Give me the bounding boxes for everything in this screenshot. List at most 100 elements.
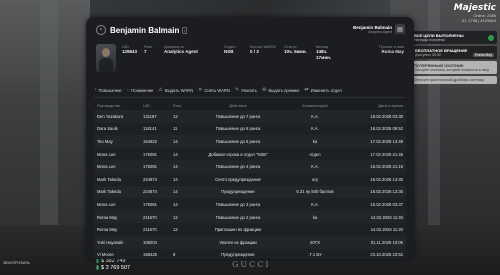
cell-rank: 9 <box>170 248 190 259</box>
cell-datetime: 17.02.2026 13:49 <box>344 135 406 148</box>
money-display: ▮ $ 382 749 ▮ $ 3 769 507 <box>96 258 130 272</box>
cell-manager: Mona Lee <box>94 160 140 173</box>
cell-manager: Yuki Hayasaki <box>94 235 140 249</box>
viewer-identity: Benjamin Balmain Analytics Agent ▤ <box>353 24 405 34</box>
cell-action: Предупреждение <box>190 248 286 259</box>
cell-uid: 224874 <box>140 172 170 186</box>
arrow-down-icon: ↓ <box>126 87 130 93</box>
cell-comment: ka <box>286 210 344 224</box>
cell-rank: 14 <box>170 172 190 186</box>
cell-comment: 20ТХ <box>286 235 344 249</box>
column-header: Комментарий <box>302 103 328 108</box>
cell-manager: Teo May <box>94 135 140 148</box>
info-icon[interactable]: i <box>182 26 188 34</box>
cell-datetime: 17.02.2026 21:45 <box>344 147 406 161</box>
table-row[interactable]: Den Yazakura 131187 12 Повышение до 7 ранга… <box>94 110 406 123</box>
table-row[interactable]: Yuki Hayasaki 108204 Уволен из фракции 20ТХ… <box>94 235 406 249</box>
player-id: ID: 1708 | #129843 <box>462 18 496 23</box>
cell-manager: Roma May <box>94 223 140 236</box>
cell-datetime: 15.02.2026 03:37 <box>344 198 406 211</box>
quest-step: Отнесите фастхольный дробовик охотнику <box>411 76 497 84</box>
cell-comment: К.А. <box>286 110 344 123</box>
table-row[interactable]: Vi Moore 158425 9 Предупреждение .7.1 БУ 23.1… <box>94 248 406 259</box>
avatar <box>96 44 116 72</box>
table-row[interactable]: Mark Takeda 224874 14 Снято предупреждение о… <box>94 172 406 186</box>
quest-timer: Доступно: 00:32 <box>415 53 441 57</box>
cell-manager: Vi Moore <box>94 248 140 259</box>
table-row[interactable]: Roma May 211570 12 Приглашен во фракцию 14.0… <box>94 223 406 236</box>
give-bonus-button[interactable]: ⚙ Выдать премию <box>262 87 300 93</box>
back-button[interactable]: ‹ <box>96 25 106 35</box>
cell-comment: К.А. <box>286 160 344 173</box>
table-row[interactable]: Mona Lee 175061 14 Повышение до 3 ранга К.А.… <box>94 198 406 211</box>
bank-icon: ▮ <box>96 265 100 271</box>
stat-month-time: Месяц 148ч. 17мин. <box>316 44 342 60</box>
column-header: Действие <box>229 103 247 108</box>
stat-value: 148ч. 17мин. <box>316 49 332 60</box>
member-profile-window: ‹ Benjamin Balmain i Benjamin Balmain An… <box>86 17 414 259</box>
cell-uid: 175061 <box>140 160 170 173</box>
button-label: Уволить <box>241 87 257 93</box>
cell-rank <box>170 235 190 249</box>
back-arrow-icon: ‹ <box>100 27 102 33</box>
table-row[interactable]: Dara Sauls 118141 11 Повышение до 6 ранга К.… <box>94 122 406 136</box>
cell-action: Добавил игрока в отдел "NSB" <box>190 147 286 161</box>
cell-rank: 14 <box>170 198 190 211</box>
quest-summary-sub: Награды получены <box>414 38 445 42</box>
fire-button[interactable]: ✎ Уволить <box>235 87 257 93</box>
quest-description: Отыщите охотника, который потерялся в ле… <box>414 68 490 72</box>
cell-action: Снято предупреждение <box>190 172 286 186</box>
viewer-name: Benjamin Balmain <box>352 24 392 30</box>
stat-value: 0 / 3 <box>250 49 259 54</box>
button-label: Изменить отдел <box>310 87 342 93</box>
cell-datetime: 14.02.2026 11:40 <box>344 210 406 224</box>
cell-rank: 14 <box>170 160 190 173</box>
cell-comment: отдел <box>286 147 344 161</box>
give-warn-button[interactable]: ⚠ Выдать WARN <box>158 87 193 93</box>
cell-action: Повышение до 7 ранга <box>190 110 286 123</box>
column-header: Руководство <box>97 103 121 108</box>
check-icon <box>488 34 494 41</box>
remove-warn-button[interactable]: ✕ Снять WARN <box>198 87 230 93</box>
bank-amount: $ 3 769 507 <box>101 265 131 271</box>
cell-uid: 175061 <box>140 198 170 211</box>
table-row[interactable]: Roma May 211570 12 Повышение до 2 ранга ka 14… <box>94 210 406 224</box>
demote-button[interactable]: ↓ Понижение <box>127 87 154 93</box>
cell-uid: 154922 <box>140 135 170 148</box>
quest-lost-hunter[interactable]: ПОТЕРЯННЫЙ ОХОТНИК Отыщите охотника, кот… <box>411 61 497 74</box>
table-row[interactable]: Mona Lee 175061 14 Добавил игрока в отдел "… <box>94 147 406 161</box>
cell-rank: 14 <box>170 185 190 199</box>
cell-action: Повышение до 3 ранга <box>190 198 286 211</box>
warning-icon: ⚠ <box>158 87 163 93</box>
cell-rank: 12 <box>170 210 190 224</box>
player-name: Benjamin Balmain <box>110 25 180 35</box>
quest-free-spin[interactable]: БЕСПЛАТНОЕ ВРАЩЕНИЕ Доступно: 00:32 Roma… <box>411 46 497 59</box>
change-department-button[interactable]: ⇄ Изменить отдел <box>304 87 341 93</box>
cell-uid: 118141 <box>140 122 170 136</box>
cell-action: Повышение до 2 ранга <box>190 210 286 224</box>
cell-rank: 11 <box>170 122 190 136</box>
cell-uid: 108204 <box>140 235 170 249</box>
cell-manager: Mark Takeda <box>94 172 140 186</box>
cell-datetime: 18.02.2026 03:30 <box>344 110 406 123</box>
cell-comment: .7.1 БУ <box>286 248 344 259</box>
cell-comment: осу <box>286 172 344 186</box>
divider <box>94 97 406 98</box>
cell-datetime: 18.02.2026 09:52 <box>344 122 406 136</box>
cell-uid: 224874 <box>140 185 170 199</box>
table-row[interactable]: Teo May 154922 14 Повышение до 5 ранга ka 17.… <box>94 135 406 148</box>
cell-comment: К.А. <box>286 198 344 211</box>
table-row[interactable]: Mark Takeda 224874 14 Предупреждение 6.31 ну… <box>94 185 406 199</box>
swap-icon: ⇄ <box>304 87 309 93</box>
profile-stats: UID 129843 Ранг 7 Должность Analytics Ag… <box>96 44 404 74</box>
column-header: Ранг <box>173 103 182 108</box>
table-row[interactable]: Mona Lee 175061 14 Повышение до 4 ранга К.А.… <box>94 160 406 173</box>
close-icon: ✕ <box>198 87 203 93</box>
cell-manager: Mona Lee <box>94 147 140 161</box>
promote-button[interactable]: ↑ Повышение <box>94 87 122 93</box>
store-sign: GUCCI <box>232 260 271 269</box>
bank-line: ▮ $ 3 769 507 <box>96 265 130 272</box>
cell-manager: Dara Sauls <box>94 122 140 136</box>
cell-action: Повышение до 6 ранга <box>190 122 286 136</box>
menu-icon[interactable]: ▤ <box>395 24 405 34</box>
